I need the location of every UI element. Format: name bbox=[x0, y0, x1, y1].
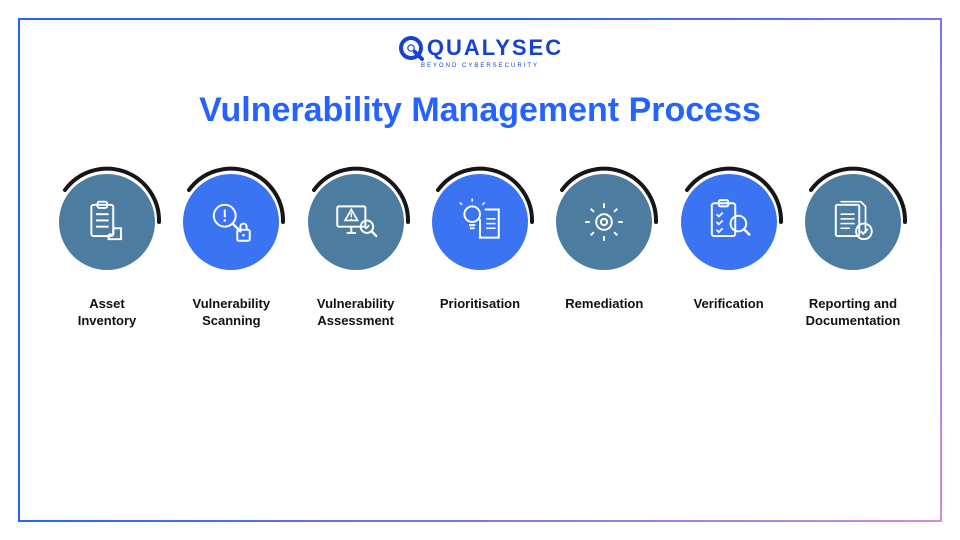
brand-logo: QUALYSEC BEYOND CYBERSECURITY bbox=[40, 34, 920, 69]
process-step: Vulnerability Scanning bbox=[170, 166, 292, 330]
step-label: Reporting and Documentation bbox=[806, 296, 901, 330]
step-icon-bg bbox=[183, 174, 279, 270]
process-step: Asset Inventory bbox=[46, 166, 168, 330]
step-circle bbox=[424, 166, 536, 278]
scan-lock-icon bbox=[206, 197, 256, 247]
step-label: Asset Inventory bbox=[78, 296, 137, 330]
brand-tagline: BEYOND CYBERSECURITY bbox=[421, 63, 539, 69]
step-circle bbox=[797, 166, 909, 278]
step-icon-bg bbox=[556, 174, 652, 270]
step-circle bbox=[673, 166, 785, 278]
page-title: Vulnerability Management Process bbox=[40, 91, 920, 130]
process-step: Vulnerability Assessment bbox=[295, 166, 417, 330]
step-circle bbox=[548, 166, 660, 278]
process-step: Verification bbox=[668, 166, 790, 330]
step-circle bbox=[300, 166, 412, 278]
step-circle bbox=[175, 166, 287, 278]
checklist-lens-icon bbox=[704, 197, 754, 247]
process-step: Remediation bbox=[543, 166, 665, 330]
diagram-frame: QUALYSEC BEYOND CYBERSECURITY Vulnerabil… bbox=[18, 18, 942, 522]
report-check-icon bbox=[828, 197, 878, 247]
process-step: Reporting and Documentation bbox=[792, 166, 914, 330]
gear-icon bbox=[579, 197, 629, 247]
step-label: Vulnerability Assessment bbox=[317, 296, 395, 330]
step-icon-bg bbox=[308, 174, 404, 270]
brand-name-text: QUALYSEC bbox=[427, 37, 563, 59]
step-icon-bg bbox=[681, 174, 777, 270]
process-step: Prioritisation bbox=[419, 166, 541, 330]
process-steps: Asset Inventory Vulnerability Scanning Vul… bbox=[40, 166, 920, 330]
step-circle bbox=[51, 166, 163, 278]
step-label: Remediation bbox=[565, 296, 643, 313]
step-label: Verification bbox=[694, 296, 764, 313]
clipboard-box-icon bbox=[82, 197, 132, 247]
logo-q-icon bbox=[397, 34, 425, 62]
step-icon-bg bbox=[432, 174, 528, 270]
step-icon-bg bbox=[805, 174, 901, 270]
step-label: Vulnerability Scanning bbox=[193, 296, 271, 330]
idea-doc-icon bbox=[455, 197, 505, 247]
monitor-alert-icon bbox=[331, 197, 381, 247]
step-label: Prioritisation bbox=[440, 296, 520, 313]
brand-name: QUALYSEC bbox=[397, 34, 563, 62]
step-icon-bg bbox=[59, 174, 155, 270]
